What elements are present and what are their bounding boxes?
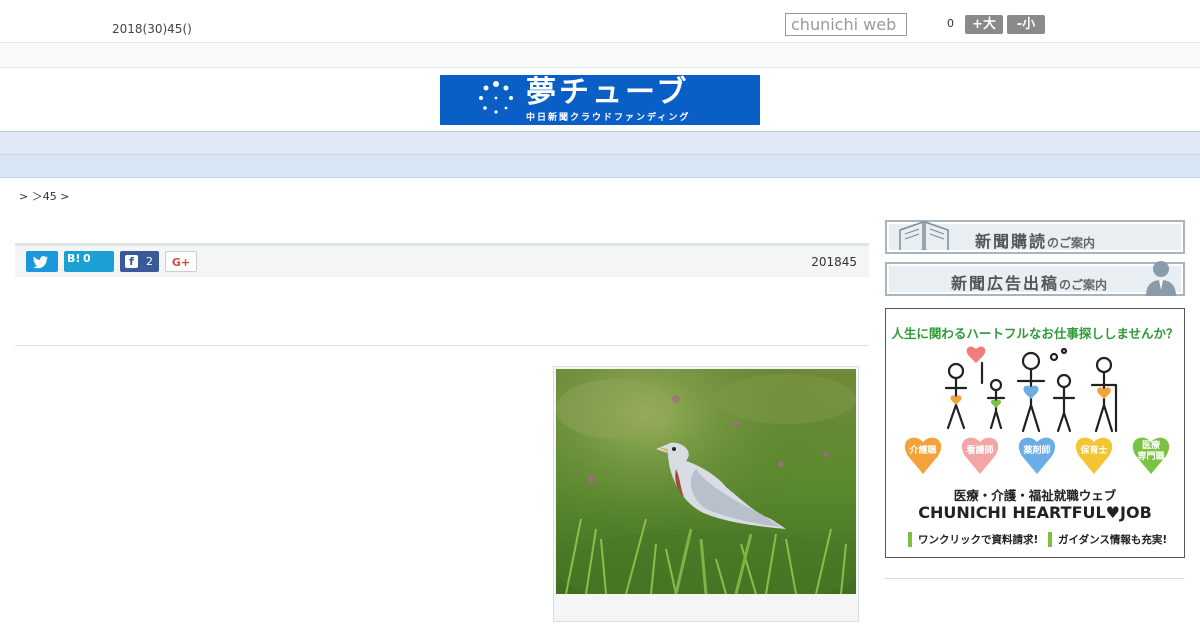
nav-item[interactable]	[407, 136, 447, 153]
ad-cta-guidance: ガイダンス情報も充実!	[1048, 532, 1167, 547]
heart-label: 薬剤師	[1023, 446, 1051, 456]
search-input[interactable]: chunichi web	[785, 13, 907, 36]
share-bar: B! 0 f 2 G+ 201845	[15, 243, 869, 277]
nav-item[interactable]	[487, 136, 527, 153]
logo-subtitle: 中日新聞クラウドファンディング	[526, 113, 691, 123]
breadcrumb[interactable]: > ＞45 >	[19, 188, 69, 204]
twitter-icon	[33, 256, 49, 269]
book-icon	[899, 220, 949, 250]
nav-item[interactable]	[167, 136, 207, 153]
main-nav	[0, 131, 1200, 155]
ad-line2: CHUNICHI HEARTFUL♥JOB	[918, 503, 1152, 522]
sub-nav	[0, 155, 1200, 178]
logo-title: 夢チューブ	[526, 75, 690, 110]
article-photo[interactable]	[553, 366, 859, 622]
bird-in-grass-photo	[556, 369, 856, 594]
facebook-share-button[interactable]: f 2	[120, 251, 159, 272]
nav-item[interactable]	[327, 136, 367, 153]
advertise-title: 新聞広告出稿のご案内	[951, 274, 1108, 293]
nav-item[interactable]	[247, 136, 287, 153]
dots-logo-icon	[479, 81, 513, 114]
sidebar-divider	[885, 578, 1185, 579]
header-subband	[0, 43, 1200, 68]
heartful-job-ad[interactable]: 人生に関わるハートフルなお仕事探ししませんか？ 介護職 看護師 薬剤師 保育士 …	[885, 308, 1185, 558]
heart-label: 看護師	[966, 446, 994, 456]
font-size-count: 0	[947, 17, 954, 30]
content-divider	[15, 345, 869, 346]
subscribe-title: 新聞購読のご案内	[975, 232, 1096, 251]
hatena-label: B!	[67, 252, 81, 265]
family-illustration-icon	[944, 346, 1118, 433]
article-date: 201845	[811, 255, 857, 269]
font-larger-button[interactable]: +大	[965, 15, 1003, 34]
font-smaller-button[interactable]: -小	[1007, 15, 1045, 34]
gplus-share-button[interactable]: G+	[165, 251, 197, 272]
nav-item[interactable]	[807, 136, 847, 153]
facebook-count: 2	[146, 255, 153, 268]
yume-tube-logo[interactable]: 夢チューブ 中日新聞クラウドファンディング	[440, 75, 760, 125]
businessman-icon	[1146, 261, 1176, 296]
twitter-share-button[interactable]	[26, 251, 58, 272]
facebook-icon: f	[125, 255, 138, 268]
current-date: 2018(30)45()	[112, 22, 192, 36]
ad-line1: 医療・介護・福祉就職ウェブ	[953, 488, 1117, 503]
heart-label: 保育士	[1080, 446, 1108, 456]
nav-item[interactable]	[727, 136, 767, 153]
subscribe-banner[interactable]: 新聞購読のご案内	[885, 220, 1185, 254]
nav-item[interactable]	[647, 136, 687, 153]
ad-headline: 人生に関わるハートフルなお仕事探ししませんか？	[891, 326, 1179, 341]
ad-cta-request: ワンクリックで資料請求!	[908, 532, 1038, 547]
hatena-count: 0	[83, 252, 91, 265]
nav-item[interactable]	[567, 136, 607, 153]
hatena-bookmark-button[interactable]: B! 0	[64, 251, 114, 272]
heart-label: 医療 専門職	[1137, 441, 1165, 462]
advertise-banner[interactable]: 新聞広告出稿のご案内	[885, 261, 1185, 296]
top-bar: 2018(30)45() chunichi web 0 +大 -小	[0, 0, 1200, 43]
heart-label: 介護職	[909, 446, 937, 456]
